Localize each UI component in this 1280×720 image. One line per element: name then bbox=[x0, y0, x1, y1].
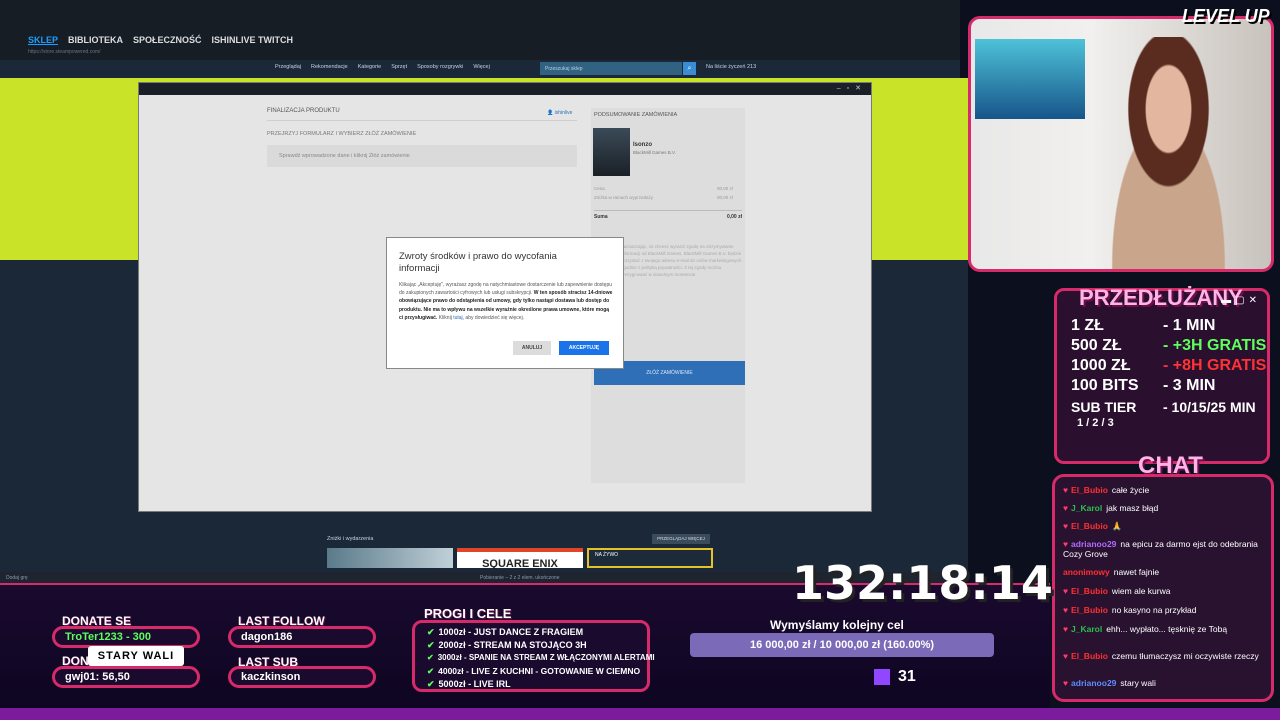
menu-ways-to-play[interactable]: Sposoby rozgrywki bbox=[417, 64, 463, 70]
legal-text: Zaznaczając, że chcesz wyrazić zgodę na … bbox=[621, 244, 742, 277]
window-controls[interactable]: –▫✕ bbox=[837, 84, 867, 92]
chat-message: anonimowy nawet fajnie bbox=[1063, 567, 1160, 577]
aquarium-image bbox=[975, 39, 1085, 119]
refund-dialog: Zwroty środków i prawo do wycofania info… bbox=[386, 237, 624, 369]
level-up-logo: LEVEL UP bbox=[1182, 6, 1270, 26]
discount-label: Zniżka w ramach wyprzedaży bbox=[594, 195, 654, 200]
cancel-button[interactable]: ANULUJ bbox=[513, 341, 551, 355]
chat-message: ♥ El_Bubio wiem ale kurwa bbox=[1063, 586, 1171, 596]
tab-profile[interactable]: ISHINLIVE TWITCH bbox=[212, 35, 294, 45]
price-label: Cena bbox=[594, 186, 605, 191]
goals-panel: ✔ 1000zł - JUST DANCE Z FRAGIEM ✔ 2000zł -… bbox=[412, 620, 655, 692]
tab-community[interactable]: SPOŁECZNOŚĆ bbox=[133, 35, 202, 45]
chat-message: ♥ adrianoo29 stary wali bbox=[1063, 678, 1156, 688]
menu-browse[interactable]: Przeglądaj bbox=[275, 64, 301, 70]
sum-row: Suma 0,00 zł bbox=[594, 210, 742, 220]
overlay-floor bbox=[0, 708, 1280, 720]
checkout-info-box: Sprawdź wprowadzone dane i kliknij Złóż … bbox=[267, 145, 577, 167]
menu-categories[interactable]: Kategorie bbox=[358, 64, 382, 70]
deals-label: Zniżki i wydarzenia bbox=[327, 536, 374, 542]
chat-message: ♥ El_Bubio no kasyno na przykład bbox=[1063, 605, 1197, 615]
chat-message: ♥ El_Bubio czemu tłumaczysz mi oczywiste r… bbox=[1063, 651, 1259, 661]
url-bar: https://store.steampowered.com/ bbox=[28, 49, 101, 55]
price-value: 00,00 zł bbox=[717, 186, 733, 191]
game-name: Isonzo bbox=[633, 142, 652, 148]
promo-row: 1 ZŁ - 1 MIN bbox=[1071, 317, 1216, 334]
window-buttons-icon: ▬▢✕ bbox=[1221, 295, 1261, 306]
promo-row: 100 BITS - 3 MIN bbox=[1071, 377, 1216, 394]
user-label: 👤 ishinlive bbox=[547, 110, 573, 116]
chat-message: ♥ adrianoo29 na epicu za darmo ejst do ode… bbox=[1063, 539, 1258, 559]
add-game-button[interactable]: Dodaj grę bbox=[6, 575, 28, 581]
order-summary-heading: PODSUMOWANIE ZAMÓWIENIA bbox=[594, 112, 678, 118]
checkout-heading: FINALIZACJA PRODUKTU bbox=[267, 108, 577, 121]
store-tile-live[interactable]: NA ŻYWO bbox=[587, 548, 713, 568]
last-follow-value: dagon186 bbox=[228, 626, 376, 648]
store-menu-bar: Przeglądaj Rekomendacje Kategorie Sprzęt… bbox=[0, 60, 960, 78]
subathon-timer: 132:18:14 bbox=[792, 556, 1053, 610]
promo-row: 1000 ZŁ - +8H GRATIS bbox=[1071, 357, 1267, 374]
alert-popup: STARY WALI bbox=[88, 646, 184, 666]
check-icon: ✔ bbox=[427, 679, 435, 689]
dialog-title: Zwroty środków i prawo do wycofania info… bbox=[399, 251, 557, 274]
chat-panel: ♥ El_Bubio całe życie ♥ J_Karol jak masz błą… bbox=[1052, 474, 1274, 702]
goal-item: ✔ 1000zł - JUST DANCE Z FRAGIEM bbox=[427, 627, 584, 637]
downloads-status[interactable]: Pobieranie – 2 z 2 elem. ukończone bbox=[480, 575, 560, 581]
chat-message: ♥ J_Karol ehh... wypłato... tęsknię ze Tob… bbox=[1063, 624, 1228, 634]
goal-item: ✔ 4000zł - LIVE Z KUCHNI - GOTOWANIE W CI… bbox=[427, 666, 641, 676]
discount-value: 00,00 zł bbox=[717, 195, 733, 200]
learn-more-link[interactable]: tutaj bbox=[453, 315, 462, 321]
game-cover-image bbox=[593, 128, 630, 176]
promo-row: 500 ZŁ - +3H GRATIS bbox=[1071, 337, 1267, 354]
goal-progress-bar: 16 000,00 zł / 10 000,00 zł (160.00%) bbox=[690, 633, 994, 657]
game-publisher: BlackMill Games B.V. bbox=[633, 150, 676, 155]
check-icon: ✔ bbox=[427, 640, 435, 650]
goal-item: ✔ 3000zł - SPANIE NA STREAM Z WŁĄCZONYMI … bbox=[427, 653, 655, 662]
last-sub-value: kaczkinson bbox=[228, 666, 376, 688]
store-search-input[interactable]: Przeszukaj sklep bbox=[540, 62, 682, 75]
store-tile-square-enix[interactable]: SQUARE ENIX bbox=[457, 548, 583, 570]
browse-more-button[interactable]: PRZEGLĄDAJ WIĘCEJ bbox=[652, 534, 710, 544]
donate-value: TroTer1233 - 300 bbox=[52, 626, 200, 648]
wishlist-link[interactable]: Na liście życzeń 213 bbox=[706, 64, 756, 70]
streamer-image bbox=[1081, 37, 1256, 269]
checkout-form: FINALIZACJA PRODUKTU PRZEJRZYJ FORMULARZ… bbox=[267, 108, 577, 167]
chat-message: ♥ El_Bubio całe życie bbox=[1063, 485, 1150, 495]
chat-message: ♥ El_Bubio 🙏 bbox=[1063, 521, 1123, 531]
menu-more[interactable]: Więcej bbox=[473, 64, 490, 70]
chat-message: ♥ J_Karol jak masz błąd bbox=[1063, 503, 1159, 513]
twitch-icon bbox=[874, 668, 890, 685]
extension-heading: PRZEDŁUŻANY bbox=[1079, 285, 1243, 310]
donate2-value: gwj01: 56,50 bbox=[52, 666, 200, 688]
search-icon[interactable]: ⌕ bbox=[683, 62, 696, 75]
goals-heading: PROGI I CELE bbox=[424, 606, 512, 621]
accept-button[interactable]: AKCEPTUJĘ bbox=[559, 341, 609, 355]
checkout-subheading: PRZEJRZYJ FORMULARZ I WYBIERZ ZŁÓŻ ZAMÓW… bbox=[267, 131, 417, 137]
webcam-frame bbox=[968, 16, 1274, 272]
goal-title: Wymyślamy kolejny cel bbox=[770, 618, 904, 632]
window-titlebar: –▫✕ bbox=[139, 83, 871, 95]
check-icon: ✔ bbox=[427, 653, 434, 662]
tab-library[interactable]: BIBLIOTEKA bbox=[68, 35, 123, 45]
extension-panel: PRZEDŁUŻANY ▬▢✕ 1 ZŁ - 1 MIN 500 ZŁ - +3H … bbox=[1054, 285, 1270, 464]
tab-store[interactable]: SKLEP bbox=[28, 35, 58, 45]
sub-tiers: 1 / 2 / 3 bbox=[1077, 417, 1114, 429]
dialog-body: Klikając „Akceptuję", wyrażasz zgodę na … bbox=[399, 282, 613, 321]
goal-item: ✔ 5000zł - LIVE IRL bbox=[427, 679, 511, 689]
check-icon: ✔ bbox=[427, 666, 435, 676]
promo-row: SUB TIER - 10/15/25 MIN bbox=[1071, 399, 1256, 415]
store-tile[interactable] bbox=[327, 548, 453, 568]
steam-tabs: SKLEP BIBLIOTEKA SPOŁECZNOŚĆ ISHINLIVE T… bbox=[28, 35, 293, 45]
menu-hardware[interactable]: Sprzęt bbox=[391, 64, 407, 70]
menu-recommendations[interactable]: Rekomendacje bbox=[311, 64, 348, 70]
goal-item: ✔ 2000zł - STREAM NA STOJĄCO 3H bbox=[427, 640, 587, 650]
check-icon: ✔ bbox=[427, 627, 435, 637]
viewer-count: 31 bbox=[874, 668, 940, 692]
